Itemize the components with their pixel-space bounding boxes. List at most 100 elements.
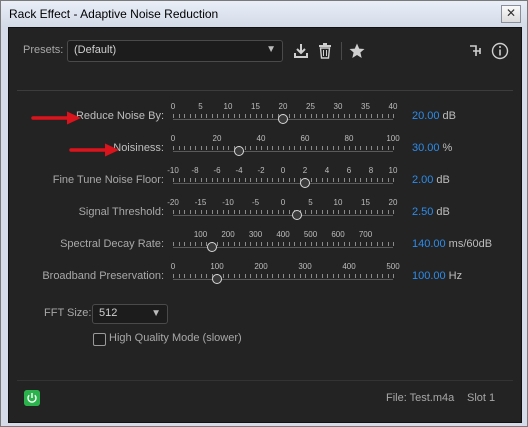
value-number[interactable]: 100.00 [412,270,446,282]
tick-label: -15 [194,198,207,207]
value-number[interactable]: 2.00 [412,174,433,186]
slider-label-reduce: Reduce Noise By: [75,110,164,122]
slider-minor-tick [310,146,312,150]
slider-minor-tick [272,114,273,118]
slider-minor-tick [189,210,191,214]
slider-thumb-threshold[interactable] [291,210,302,220]
value-number[interactable]: 30.00 [412,142,440,154]
slider-minor-tick [349,178,350,182]
value-field-broadband[interactable]: 100.00 Hz [412,270,462,282]
slider-minor-tick [393,274,394,278]
slider-minor-tick [250,146,251,150]
slider-minor-tick [266,178,268,182]
slider-minor-tick [338,146,339,150]
power-toggle-icon[interactable] [24,390,40,406]
value-field-decay[interactable]: 140.00 ms/60dB [412,238,492,250]
fft-size-dropdown[interactable]: 512 ▼ [92,304,168,324]
slider-minor-tick [206,114,207,118]
slider-minor-tick [266,114,268,118]
tick-label: -4 [235,166,243,175]
tick-label: 5 [308,198,313,207]
slider-minor-tick [365,114,367,118]
slider-minor-tick [283,242,284,246]
slider-minor-tick [393,210,394,214]
slider-minor-tick [365,178,367,182]
slider-minor-tick [200,178,202,182]
slider-minor-tick [305,210,306,214]
slider-minor-tick [338,274,339,278]
value-number[interactable]: 20.00 [412,110,440,122]
slider-minor-tick [393,146,394,150]
slider-thumb-decay[interactable] [206,242,217,252]
effect-panel: Presets: (Default) ▼ Reduce Noise By: 0 … [8,27,522,423]
slider-minor-tick [255,242,257,246]
slider-track-noisiness[interactable] [173,151,393,152]
slider-minor-tick [338,114,339,118]
slider-label-finetune: Fine Tune Noise Floor: [52,174,164,186]
slider-thumb-finetune[interactable] [300,178,310,188]
slider-minor-tick [327,242,328,246]
slider-minor-tick [211,178,213,182]
tick-label: 0 [170,262,176,271]
slider-minor-tick [354,178,356,182]
value-field-noisiness[interactable]: 30.00% [412,142,452,154]
slider-minor-tick [365,210,367,214]
routing-icon[interactable] [468,43,484,59]
slider-minor-tick [393,242,394,246]
slider-minor-tick [365,242,367,246]
value-number[interactable]: 2.50 [412,206,433,218]
value-number[interactable]: 140.00 [412,238,446,250]
slider-minor-tick [211,146,213,150]
slider-thumb-reduce[interactable] [278,114,288,124]
slider-minor-tick [360,242,361,246]
info-icon[interactable] [491,42,509,60]
footer-file: File: Test.m4a [386,392,455,404]
favorite-star-icon[interactable] [349,43,365,59]
slider-minor-tick [360,178,361,182]
slider-minor-tick [288,242,290,246]
slider-track-finetune[interactable] [173,183,393,184]
value-field-reduce[interactable]: 20.00 dB [412,110,456,122]
slider-minor-tick [376,210,378,214]
high-quality-label[interactable]: High Quality Mode (slower) [109,332,242,344]
slider-minor-tick [217,242,218,246]
value-unit: Hz [448,270,463,282]
slider-minor-tick [371,146,372,150]
fft-size-label: FFT Size: [44,307,92,319]
value-field-threshold[interactable]: 2.50 dB [412,206,450,218]
slider-minor-tick [332,210,334,214]
tick-label: 300 [298,262,312,271]
value-field-finetune[interactable]: 2.00 dB [412,174,450,186]
slider-minor-tick [305,114,306,118]
delete-preset-icon[interactable] [318,43,332,59]
high-quality-checkbox[interactable] [93,333,106,346]
slider-thumb-broadband[interactable] [212,274,222,284]
slider-minor-tick [343,274,345,278]
slider-minor-tick [211,210,213,214]
slider-minor-tick [173,274,174,278]
presets-dropdown[interactable]: (Default) ▼ [67,40,283,62]
slider-minor-tick [173,242,174,246]
slider-minor-tick [239,114,240,118]
save-preset-icon[interactable] [293,43,309,59]
slider-minor-tick [261,114,262,118]
slider-minor-tick [266,242,268,246]
slider-minor-tick [387,242,389,246]
slider-minor-tick [332,274,334,278]
slider-thumb-noisiness[interactable] [234,146,244,156]
title-bar[interactable]: Rack Effect - Adaptive Noise Reduction ✕ [1,1,527,27]
slider-minor-tick [277,242,279,246]
slider-track-threshold[interactable] [173,215,393,216]
slider-minor-tick [239,242,240,246]
slider-track-broadband[interactable] [173,279,393,280]
slider-minor-tick [327,210,328,214]
slider-minor-tick [343,114,345,118]
slider-minor-tick [382,210,383,214]
close-button[interactable]: ✕ [501,5,521,23]
slider-minor-tick [288,146,290,150]
tick-label: -10 [222,198,234,207]
slider-minor-tick [354,146,356,150]
slider-minor-tick [272,146,273,150]
tick-label: 30 [333,102,343,111]
tick-label: 20 [388,198,398,207]
